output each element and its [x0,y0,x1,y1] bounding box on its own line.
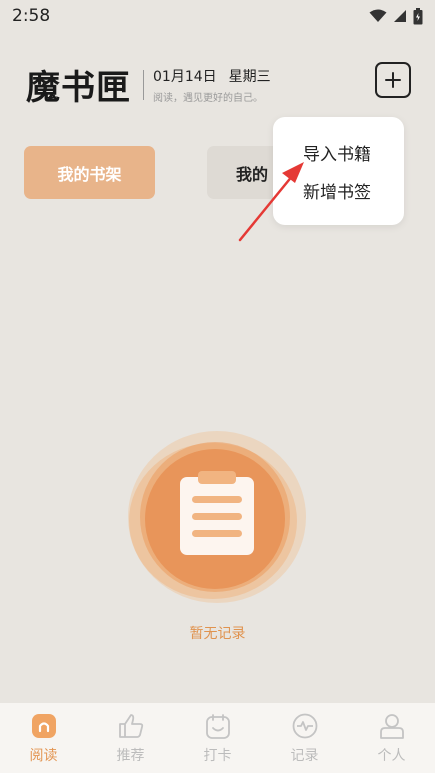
date-line: 01月14日 星期三 [153,66,271,86]
activity-icon [290,711,320,741]
tab-bookshelf[interactable]: 我的书架 [24,146,155,199]
menu-item-import-books-label: 导入书籍 [303,144,371,165]
checkin-icon [203,711,233,741]
menu-item-add-bookmark-label: 新增书签 [303,182,371,203]
nav-item-read[interactable]: 阅读 [14,711,74,765]
nav-item-records[interactable]: 记录 [275,711,335,765]
menu-item-import-books[interactable]: 导入书籍 [273,133,404,171]
date-text: 01月14日 [153,68,217,85]
slogan-text: 阅读，遇见更好的自己。 [153,92,263,104]
add-button[interactable] [375,62,411,98]
status-icons [369,7,423,25]
app-header: 魔书匣 01月14日 星期三 阅读，遇见更好的自己。 [26,60,271,109]
nav-item-recommend[interactable]: 推荐 [101,711,161,765]
tab-my-label: 我的 [236,164,269,184]
menu-item-add-bookmark[interactable]: 新增书签 [273,171,404,209]
tab-bookshelf-label: 我的书架 [57,164,122,184]
popup-menu: 导入书籍 新增书签 [273,117,404,225]
signal-icon [394,10,406,22]
empty-state-text: 暂无记录 [189,626,246,642]
thumbs-up-icon [116,711,146,741]
nav-label-records: 记录 [290,748,319,764]
weekday-text: 星期三 [228,68,271,85]
wifi-icon [369,9,387,22]
header-info: 01月14日 星期三 阅读，遇见更好的自己。 [153,66,271,104]
app-logo: 魔书匣 [26,68,131,108]
nav-label-checkin: 打卡 [203,748,232,764]
home-icon [29,711,59,741]
nav-label-recommend: 推荐 [116,748,145,764]
plus-icon [385,72,401,88]
header-divider [143,69,144,100]
nav-item-checkin[interactable]: 打卡 [188,711,248,765]
nav-label-read: 阅读 [29,748,58,764]
nav-item-profile[interactable]: 个人 [362,711,422,765]
nav-label-profile: 个人 [377,748,406,764]
clipboard-icon [128,431,306,603]
status-time: 2:58 [12,6,51,26]
annotation-arrow [238,162,304,242]
bottom-nav: 阅读 推荐 打卡 记录 个人 [0,703,435,773]
person-icon [377,711,407,741]
battery-icon [413,7,423,24]
status-bar: 2:58 [0,0,435,32]
